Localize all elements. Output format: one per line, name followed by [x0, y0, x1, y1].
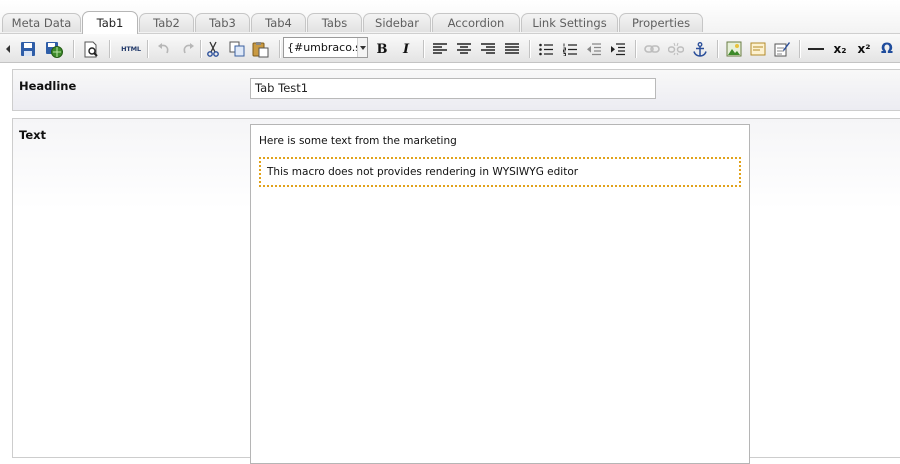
toolbar-separator — [423, 40, 425, 58]
horizontal-rule-icon[interactable] — [806, 39, 826, 59]
align-right-icon[interactable] — [478, 39, 498, 59]
editor-toolbar: HTML B I x₂ x² Ω — [0, 33, 900, 63]
subscript-label: x₂ — [833, 42, 847, 56]
tab-sidebar[interactable]: Sidebar — [363, 13, 431, 32]
macro-placeholder[interactable]: This macro does not provides rendering i… — [259, 157, 741, 187]
numbered-list-icon[interactable] — [560, 39, 580, 59]
align-left-icon[interactable] — [430, 39, 450, 59]
toolbar-separator — [200, 40, 202, 58]
tab-tab2[interactable]: Tab2 — [139, 13, 194, 32]
tab-accordion[interactable]: Accordion — [432, 13, 520, 32]
toolbar-separator — [279, 40, 281, 58]
cut-icon[interactable] — [203, 39, 223, 59]
charmap-label: Ω — [881, 41, 893, 57]
outdent-icon[interactable] — [584, 39, 604, 59]
tab-tab3[interactable]: Tab3 — [195, 13, 250, 32]
preview-icon[interactable] — [81, 39, 101, 59]
headline-label: Headline — [19, 79, 77, 93]
html-source-icon[interactable]: HTML — [119, 39, 143, 59]
toolbar-separator — [73, 40, 75, 58]
tab-properties[interactable]: Properties — [619, 13, 703, 32]
unlink-icon[interactable] — [666, 39, 686, 59]
paste-icon[interactable] — [250, 39, 270, 59]
toolbar-separator — [109, 40, 111, 58]
tab-meta-data[interactable]: Meta Data — [2, 13, 81, 32]
undo-icon[interactable] — [153, 39, 173, 59]
toolbar-separator — [529, 40, 531, 58]
style-dropdown-value: {#umbraco.styles} — [287, 41, 359, 54]
headline-input[interactable]: Tab Test1 — [250, 78, 656, 99]
save-icon[interactable] — [18, 39, 38, 59]
indent-icon[interactable] — [608, 39, 628, 59]
subscript-icon[interactable]: x₂ — [830, 39, 850, 59]
align-center-icon[interactable] — [454, 39, 474, 59]
bold-icon[interactable]: B — [372, 39, 392, 59]
tab-link-settings[interactable]: Link Settings — [521, 13, 618, 32]
align-justify-icon[interactable] — [502, 39, 522, 59]
superscript-icon[interactable]: x² — [854, 39, 874, 59]
anchor-icon[interactable] — [690, 39, 710, 59]
redo-icon[interactable] — [179, 39, 199, 59]
toolbar-separator — [635, 40, 637, 58]
tab-tabs[interactable]: Tabs — [307, 13, 362, 32]
toolbar-separator — [799, 40, 801, 58]
rich-text-editor[interactable]: Here is some text from the marketing Thi… — [250, 124, 750, 464]
charmap-icon[interactable]: Ω — [877, 39, 897, 59]
toolbar-separator — [147, 40, 149, 58]
style-dropdown[interactable]: {#umbraco.styles} — [283, 37, 368, 58]
html-label: HTML — [121, 45, 141, 53]
macro-message: This macro does not provides rendering i… — [267, 166, 579, 178]
bullet-list-icon[interactable] — [536, 39, 556, 59]
image-icon[interactable] — [724, 39, 744, 59]
copy-icon[interactable] — [227, 39, 247, 59]
toggle-arrow-icon[interactable] — [1, 39, 15, 59]
tab-tab1[interactable]: Tab1 — [82, 11, 138, 34]
text-label: Text — [19, 128, 47, 142]
editor-paragraph[interactable]: Here is some text from the marketing — [259, 135, 457, 147]
insert-form-icon[interactable] — [772, 39, 792, 59]
italic-label: I — [402, 41, 410, 57]
bold-label: B — [376, 41, 388, 57]
tab-tab4[interactable]: Tab4 — [251, 13, 306, 32]
superscript-label: x² — [857, 42, 871, 56]
toolbar-separator — [717, 40, 719, 58]
italic-icon[interactable]: I — [396, 39, 416, 59]
save-publish-icon[interactable] — [44, 39, 64, 59]
link-icon[interactable] — [642, 39, 662, 59]
property-tabs: Meta Data Tab1 Tab2 Tab3 Tab4 Tabs Sideb… — [0, 0, 900, 34]
chevron-down-icon[interactable] — [357, 38, 367, 57]
insert-macro-icon[interactable] — [748, 39, 768, 59]
